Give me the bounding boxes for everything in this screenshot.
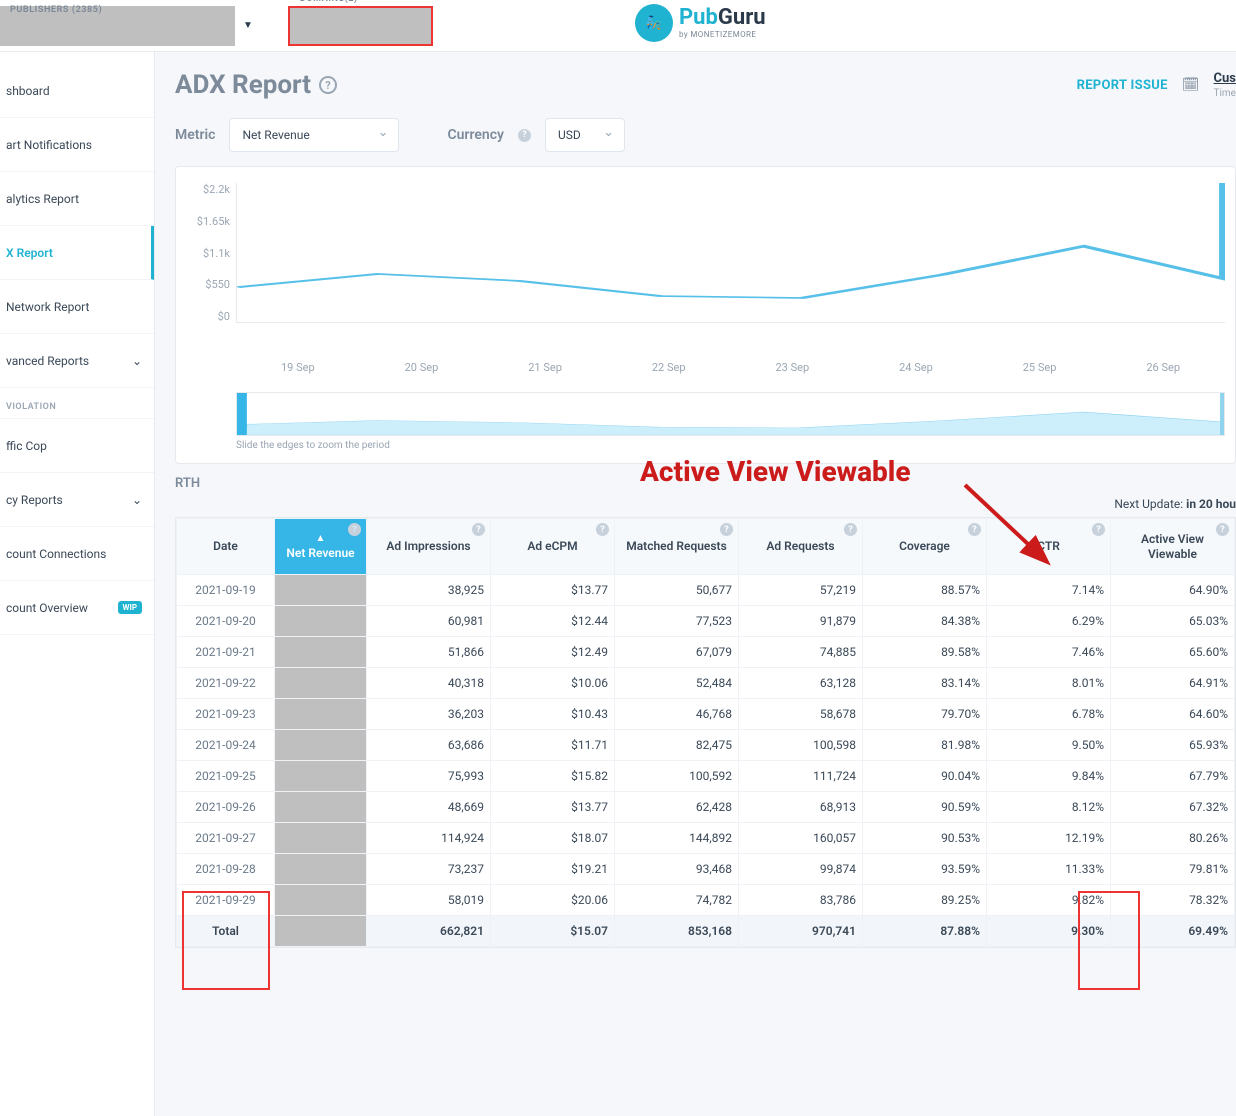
logo: 🧞 PubGuru by MONETIZEMORE [635,4,766,42]
table-row: 2021-09-2958,019$20.0674,78283,78689.25%… [177,885,1235,916]
report-issue-link[interactable]: REPORT ISSUE [1077,78,1168,93]
table-row: 2021-09-2336,203$10.4346,76858,67879.70%… [177,699,1235,730]
help-icon[interactable]: ? [319,76,337,94]
domain-selector[interactable]: DOMAINS(2) [288,6,433,46]
publisher-selector[interactable]: PUBLISHERS (2385) [0,6,235,46]
help-icon[interactable]: ? [844,523,857,536]
rth-label: RTH [175,476,1236,491]
page-title: ADX Report ? [175,70,337,100]
scrubber-hint: Slide the edges to zoom the period [236,440,1225,451]
table-row: 2021-09-27114,924$18.07144,892160,05790.… [177,823,1235,854]
table-header[interactable]: Matched Requests? [615,519,739,575]
help-icon[interactable]: ? [472,523,485,536]
main-content: ADX Report ? REPORT ISSUE 🗓 Cus Time Met… [155,52,1236,1116]
sort-asc-icon: ▲ [281,533,360,544]
sidebar-item-account-connections[interactable]: count Connections [0,527,154,581]
chart-line [237,183,1225,322]
table-header[interactable]: Coverage? [863,519,987,575]
calendar-icon[interactable]: 🗓 [1182,77,1200,93]
table-header[interactable]: Ad eCPM? [491,519,615,575]
sidebar: shboard art Notifications alytics Report… [0,52,155,1116]
metric-controls: Metric Net Revenue Currency ? USD [175,118,1236,152]
sidebar-item-advanced-reports[interactable]: vanced Reports⌄ [0,334,154,388]
chart-card: $2.2k$1.65k$1.1k$550$0 19 Sep20 Sep21 Se… [175,166,1236,464]
help-icon[interactable]: ? [518,129,531,142]
chevron-down-icon: ⌄ [132,493,142,507]
help-icon[interactable]: ? [1092,523,1105,536]
table-header[interactable]: CTR? [987,519,1111,575]
table-row: 2021-09-2575,993$15.82100,592111,72490.0… [177,761,1235,792]
help-icon[interactable]: ? [348,523,361,536]
chart-scrubber[interactable] [236,392,1225,436]
table-row: 2021-09-2151,866$12.4967,07974,88589.58%… [177,637,1235,668]
metric-label: Metric [175,127,215,143]
help-icon[interactable]: ? [720,523,733,536]
table-row: 2021-09-1938,925$13.7750,67757,21988.57%… [177,575,1235,606]
next-update: Next Update: in 20 hou [175,497,1236,511]
help-icon[interactable]: ? [596,523,609,536]
wip-badge: WIP [118,601,143,614]
date-range-custom[interactable]: Cus [1214,71,1236,86]
logo-subtext: by MONETIZEMORE [679,31,766,39]
help-icon[interactable]: ? [1216,523,1229,536]
chevron-down-icon: ▼ [243,20,253,31]
time-label: Time [1214,88,1236,99]
sidebar-item-cy-reports[interactable]: cy Reports⌄ [0,473,154,527]
chart-y-ticks: $2.2k$1.65k$1.1k$550$0 [186,183,236,323]
table-row: 2021-09-2873,237$19.2193,46899,87493.59%… [177,854,1235,885]
logo-text-pub: Pub [679,5,718,30]
currency-label: Currency [447,127,504,143]
table-header[interactable]: Ad Requests? [739,519,863,575]
logo-text-guru: Guru [718,5,766,30]
chevron-down-icon: ⌄ [132,354,142,368]
chart-plot[interactable] [236,183,1225,323]
table-row: 2021-09-2240,318$10.0652,48463,12883.14%… [177,668,1235,699]
table-row: 2021-09-2648,669$13.7762,42868,91390.59%… [177,792,1235,823]
currency-select[interactable]: USD [545,118,625,152]
table-row: 2021-09-2060,981$12.4477,52391,87984.38%… [177,606,1235,637]
sidebar-item-dashboard[interactable]: shboard [0,64,154,118]
sidebar-item-adx-report[interactable]: X Report [0,226,154,280]
table-header[interactable]: ▲Net Revenue? [275,519,367,575]
report-table: Date▲Net Revenue?Ad Impressions?Ad eCPM?… [175,517,1236,948]
publishers-label: PUBLISHERS (2385) [10,5,102,15]
scrubber-area [237,393,1224,435]
sidebar-item-network-report[interactable]: Network Report [0,280,154,334]
table-row: 2021-09-2463,686$11.7182,475100,59881.98… [177,730,1235,761]
table-header[interactable]: Active View Viewable? [1111,519,1235,575]
metric-select[interactable]: Net Revenue [229,118,399,152]
table-header[interactable]: Ad Impressions? [367,519,491,575]
table-header[interactable]: Date [177,519,275,575]
sidebar-section-violation: VIOLATION [0,388,154,419]
top-header: PUBLISHERS (2385) ▼ DOMAINS(2) 🧞 PubGuru… [0,0,1236,52]
sidebar-item-account-overview[interactable]: count OverviewWIP [0,581,154,635]
sidebar-item-smart-notifications[interactable]: art Notifications [0,118,154,172]
domains-label: DOMAINS(2) [300,0,358,4]
sidebar-item-traffic-cop[interactable]: ffic Cop [0,419,154,473]
table-total-row: Total662,821$15.07853,168970,74187.88%9.… [177,916,1235,947]
logo-icon: 🧞 [635,4,673,42]
sidebar-item-analytics-report[interactable]: alytics Report [0,172,154,226]
help-icon[interactable]: ? [968,523,981,536]
chart-x-ticks: 19 Sep20 Sep21 Sep22 Sep23 Sep24 Sep25 S… [236,361,1225,374]
